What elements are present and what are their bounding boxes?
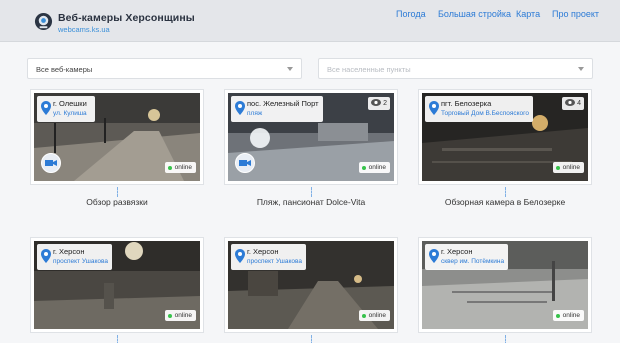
nav-about[interactable]: Про проект <box>552 9 599 19</box>
location-pin-icon <box>235 101 245 115</box>
site-domain[interactable]: webcams.ks.ua <box>58 25 110 34</box>
webcam-thumbnail[interactable]: г. Херсон сквер им. Потёмкина online <box>422 241 588 329</box>
location-label[interactable]: г. Олешки ул. Кулиша <box>37 96 95 122</box>
location-pin-icon <box>41 101 51 115</box>
chevron-down-icon <box>578 67 584 71</box>
site-title[interactable]: Веб-камеры Херсонщины <box>58 12 195 24</box>
webcam-card[interactable]: пгт. Белозерка Торговый Дом В.Беспояског… <box>418 89 592 185</box>
location-pin-icon <box>429 101 439 115</box>
places-select[interactable]: Все населенные пункты <box>318 58 593 79</box>
online-status: online <box>164 162 196 173</box>
camera-select[interactable]: Все веб-камеры <box>27 58 302 79</box>
location-label[interactable]: г. Херсон проспект Ушакова <box>231 244 307 270</box>
street-name: проспект Ушакова <box>247 258 303 265</box>
viewers-count: 4 <box>562 97 584 110</box>
caption-connector <box>505 187 506 197</box>
location-pin-icon <box>235 249 245 263</box>
webcam-card[interactable]: г. Херсон проспект Ушакова online <box>30 237 204 333</box>
online-status: online <box>358 310 390 321</box>
city-name: пос. Железный Порт <box>247 99 319 108</box>
places-select-value: Все населенные пункты <box>327 65 411 74</box>
city-name: г. Олешки <box>53 99 87 108</box>
nav-weather[interactable]: Погода <box>396 9 426 19</box>
site-header: Веб-камеры Херсонщины webcams.ks.ua Пого… <box>0 0 620 42</box>
webcam-caption[interactable]: Обзор развязки <box>24 197 210 207</box>
caption-connector <box>311 335 312 343</box>
online-status: online <box>552 162 584 173</box>
location-label[interactable]: г. Херсон сквер им. Потёмкина <box>425 244 509 270</box>
location-label[interactable]: пгт. Белозерка Торговый Дом В.Беспояског… <box>425 96 534 122</box>
online-status: online <box>552 310 584 321</box>
webcam-thumbnail[interactable]: г. Херсон проспект Ушакова online <box>34 241 200 329</box>
chevron-down-icon <box>287 67 293 71</box>
webcam-card[interactable]: г. Херсон проспект Ушакова online <box>224 237 398 333</box>
online-status: online <box>164 310 196 321</box>
webcam-card[interactable]: г. Херсон сквер им. Потёмкина online <box>418 237 592 333</box>
street-name: Торговый Дом В.Беспояского <box>441 110 530 117</box>
caption-connector <box>117 335 118 343</box>
location-label[interactable]: пос. Железный Порт пляж <box>231 96 323 122</box>
online-status: online <box>358 162 390 173</box>
webcam-caption[interactable]: Пляж, пансионат Dolce-Vita <box>218 197 404 207</box>
viewers-count: 2 <box>368 97 390 110</box>
camera-select-value: Все веб-камеры <box>36 65 93 74</box>
caption-connector <box>311 187 312 197</box>
city-name: г. Херсон <box>247 247 279 256</box>
webcam-logo-icon[interactable] <box>34 12 53 31</box>
caption-connector <box>117 187 118 197</box>
webcam-card[interactable]: пос. Железный Порт пляж 2 online <box>224 89 398 185</box>
eye-icon <box>371 99 382 106</box>
webcam-caption[interactable]: Обзорная камера в Белозерке <box>412 197 598 207</box>
nav-map[interactable]: Карта <box>516 9 540 19</box>
street-name: пляж <box>247 110 263 117</box>
viewers-value: 2 <box>383 100 387 107</box>
camera-icon <box>239 160 251 166</box>
webcam-thumbnail[interactable]: г. Херсон проспект Ушакова online <box>228 241 394 329</box>
street-name: сквер им. Потёмкина <box>441 258 505 265</box>
webcam-card[interactable]: г. Олешки ул. Кулиша online <box>30 89 204 185</box>
nav-construction[interactable]: Большая стройка <box>438 9 511 19</box>
webcam-thumbnail[interactable]: пос. Железный Порт пляж 2 online <box>228 93 394 181</box>
location-pin-icon <box>429 249 439 263</box>
camera-icon <box>45 160 57 166</box>
webcam-thumbnail[interactable]: пгт. Белозерка Торговый Дом В.Беспояског… <box>422 93 588 181</box>
eye-icon <box>565 99 576 106</box>
camera-badge <box>41 153 61 173</box>
city-name: г. Херсон <box>53 247 85 256</box>
city-name: г. Херсон <box>441 247 473 256</box>
city-name: пгт. Белозерка <box>441 99 492 108</box>
camera-badge <box>235 153 255 173</box>
street-name: ул. Кулиша <box>53 110 87 117</box>
location-pin-icon <box>41 249 51 263</box>
webcam-thumbnail[interactable]: г. Олешки ул. Кулиша online <box>34 93 200 181</box>
location-label[interactable]: г. Херсон проспект Ушакова <box>37 244 113 270</box>
street-name: проспект Ушакова <box>53 258 109 265</box>
caption-connector <box>505 335 506 343</box>
viewers-value: 4 <box>577 100 581 107</box>
